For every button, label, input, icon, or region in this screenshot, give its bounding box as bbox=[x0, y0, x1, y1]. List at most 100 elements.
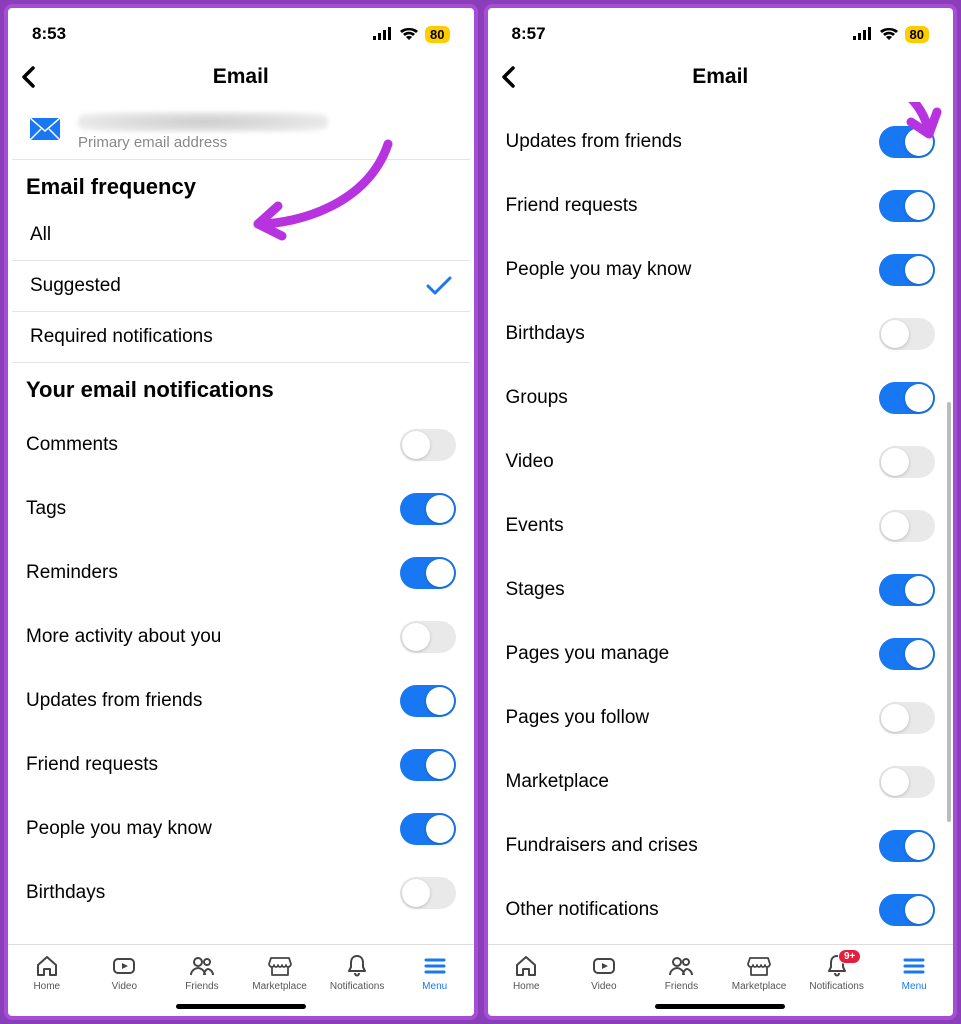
toggle-label: Fundraisers and crises bbox=[506, 835, 698, 857]
friends-icon bbox=[668, 953, 694, 979]
scroll-indicator[interactable] bbox=[947, 402, 951, 822]
toggle-label: Reminders bbox=[26, 562, 118, 584]
nav-item-friends[interactable]: Friends bbox=[643, 953, 721, 992]
nav-label: Notifications bbox=[330, 981, 384, 992]
toggle-label: Groups bbox=[506, 387, 568, 409]
video-icon bbox=[591, 953, 617, 979]
toggle-row-r12: Other notifications bbox=[488, 878, 954, 942]
nav-item-notifications[interactable]: Notifications bbox=[318, 953, 396, 992]
toggle-switch[interactable] bbox=[879, 510, 935, 542]
toggle-label: Tags bbox=[26, 498, 66, 520]
frequency-option-all[interactable]: All bbox=[12, 210, 470, 261]
toggle-switch[interactable] bbox=[400, 749, 456, 781]
toggle-label: People you may know bbox=[26, 818, 212, 840]
frequency-option-required[interactable]: Required notifications bbox=[12, 312, 470, 363]
toggle-switch[interactable] bbox=[400, 621, 456, 653]
status-time: 8:57 bbox=[512, 24, 546, 44]
toggle-switch[interactable] bbox=[879, 638, 935, 670]
toggle-switch[interactable] bbox=[879, 830, 935, 862]
toggle-row-r5: Video bbox=[488, 430, 954, 494]
nav-item-marketplace[interactable]: Marketplace bbox=[720, 953, 798, 992]
cellular-signal-icon bbox=[853, 27, 873, 41]
phone-right: 8:57 80 Email Updates from friendsFriend… bbox=[484, 4, 958, 1020]
marketplace-icon bbox=[746, 953, 772, 979]
toggle-label: Updates from friends bbox=[26, 690, 202, 712]
toggle-row-r4: Groups bbox=[488, 366, 954, 430]
checkmark-icon bbox=[426, 276, 452, 296]
back-button[interactable] bbox=[20, 66, 38, 88]
toggle-label: Stages bbox=[506, 579, 565, 601]
primary-email-label: Primary email address bbox=[78, 134, 328, 151]
toggle-switch[interactable] bbox=[400, 557, 456, 589]
nav-label: Marketplace bbox=[732, 981, 786, 992]
toggle-label: Other notifications bbox=[506, 899, 659, 921]
toggle-switch[interactable] bbox=[879, 574, 935, 606]
toggle-label: Events bbox=[506, 515, 564, 537]
nav-item-friends[interactable]: Friends bbox=[163, 953, 241, 992]
your-email-notifications-heading: Your email notifications bbox=[8, 363, 474, 413]
nav-label: Home bbox=[33, 981, 60, 992]
toggle-switch[interactable] bbox=[879, 318, 935, 350]
nav-item-notifications[interactable]: Notifications9+ bbox=[798, 953, 876, 992]
toggle-switch[interactable] bbox=[400, 813, 456, 845]
toggle-row-l4: Updates from friends bbox=[8, 669, 474, 733]
toggle-switch[interactable] bbox=[400, 429, 456, 461]
toggle-switch[interactable] bbox=[879, 126, 935, 158]
toggle-label: People you may know bbox=[506, 259, 692, 281]
toggle-switch[interactable] bbox=[879, 190, 935, 222]
back-button[interactable] bbox=[500, 66, 518, 88]
nav-label: Home bbox=[513, 981, 540, 992]
toggle-row-l2: Reminders bbox=[8, 541, 474, 605]
nav-label: Video bbox=[591, 981, 616, 992]
nav-item-menu[interactable]: Menu bbox=[875, 953, 953, 992]
menu-icon bbox=[901, 953, 927, 979]
nav-label: Video bbox=[112, 981, 137, 992]
toggle-switch[interactable] bbox=[879, 254, 935, 286]
toggle-switch[interactable] bbox=[400, 493, 456, 525]
status-right: 80 bbox=[373, 26, 449, 43]
status-right: 80 bbox=[853, 26, 929, 43]
content-area[interactable]: Updates from friendsFriend requestsPeopl… bbox=[488, 102, 954, 944]
toggle-switch[interactable] bbox=[400, 685, 456, 717]
notification-badge: 9+ bbox=[838, 949, 861, 964]
toggle-row-l6: People you may know bbox=[8, 797, 474, 861]
toggle-switch[interactable] bbox=[879, 766, 935, 798]
toggle-row-r11: Fundraisers and crises bbox=[488, 814, 954, 878]
toggle-row-r9: Pages you follow bbox=[488, 686, 954, 750]
toggle-label: Comments bbox=[26, 434, 118, 456]
toggle-label: Marketplace bbox=[506, 771, 610, 793]
toggle-row-l3: More activity about you bbox=[8, 605, 474, 669]
nav-item-video[interactable]: Video bbox=[565, 953, 643, 992]
phone-left: 8:53 80 Email Primary email address Emai… bbox=[4, 4, 478, 1020]
nav-item-video[interactable]: Video bbox=[86, 953, 164, 992]
toggle-row-l5: Friend requests bbox=[8, 733, 474, 797]
home-indicator[interactable] bbox=[488, 996, 954, 1016]
wifi-icon bbox=[399, 27, 419, 41]
toggle-row-l1: Tags bbox=[8, 477, 474, 541]
bell-icon bbox=[344, 953, 370, 979]
toggle-switch[interactable] bbox=[879, 446, 935, 478]
frequency-option-suggested[interactable]: Suggested bbox=[12, 261, 470, 312]
bottom-nav: Home Video FriendsMarketplace Notifications… bbox=[8, 944, 474, 996]
toggle-switch[interactable] bbox=[400, 877, 456, 909]
nav-item-home[interactable]: Home bbox=[8, 953, 86, 992]
nav-item-menu[interactable]: Menu bbox=[396, 953, 474, 992]
footer-note: i These settings will not affect the not… bbox=[488, 942, 954, 944]
toggle-row-r0: Updates from friends bbox=[488, 110, 954, 174]
toggle-row-r10: Marketplace bbox=[488, 750, 954, 814]
nav-item-home[interactable]: Home bbox=[488, 953, 566, 992]
primary-email-row[interactable]: Primary email address bbox=[12, 102, 470, 160]
nav-item-marketplace[interactable]: Marketplace bbox=[241, 953, 319, 992]
toggle-label: Pages you follow bbox=[506, 707, 650, 729]
status-bar: 8:53 80 bbox=[8, 8, 474, 52]
marketplace-icon bbox=[267, 953, 293, 979]
home-indicator[interactable] bbox=[8, 996, 474, 1016]
status-bar: 8:57 80 bbox=[488, 8, 954, 52]
nav-label: Menu bbox=[902, 981, 927, 992]
toggle-switch[interactable] bbox=[879, 894, 935, 926]
page-title: Email bbox=[24, 65, 458, 89]
toggle-switch[interactable] bbox=[879, 702, 935, 734]
toggle-switch[interactable] bbox=[879, 382, 935, 414]
content-area[interactable]: Primary email address Email frequency Al… bbox=[8, 102, 474, 944]
toggle-label: Updates from friends bbox=[506, 131, 682, 153]
